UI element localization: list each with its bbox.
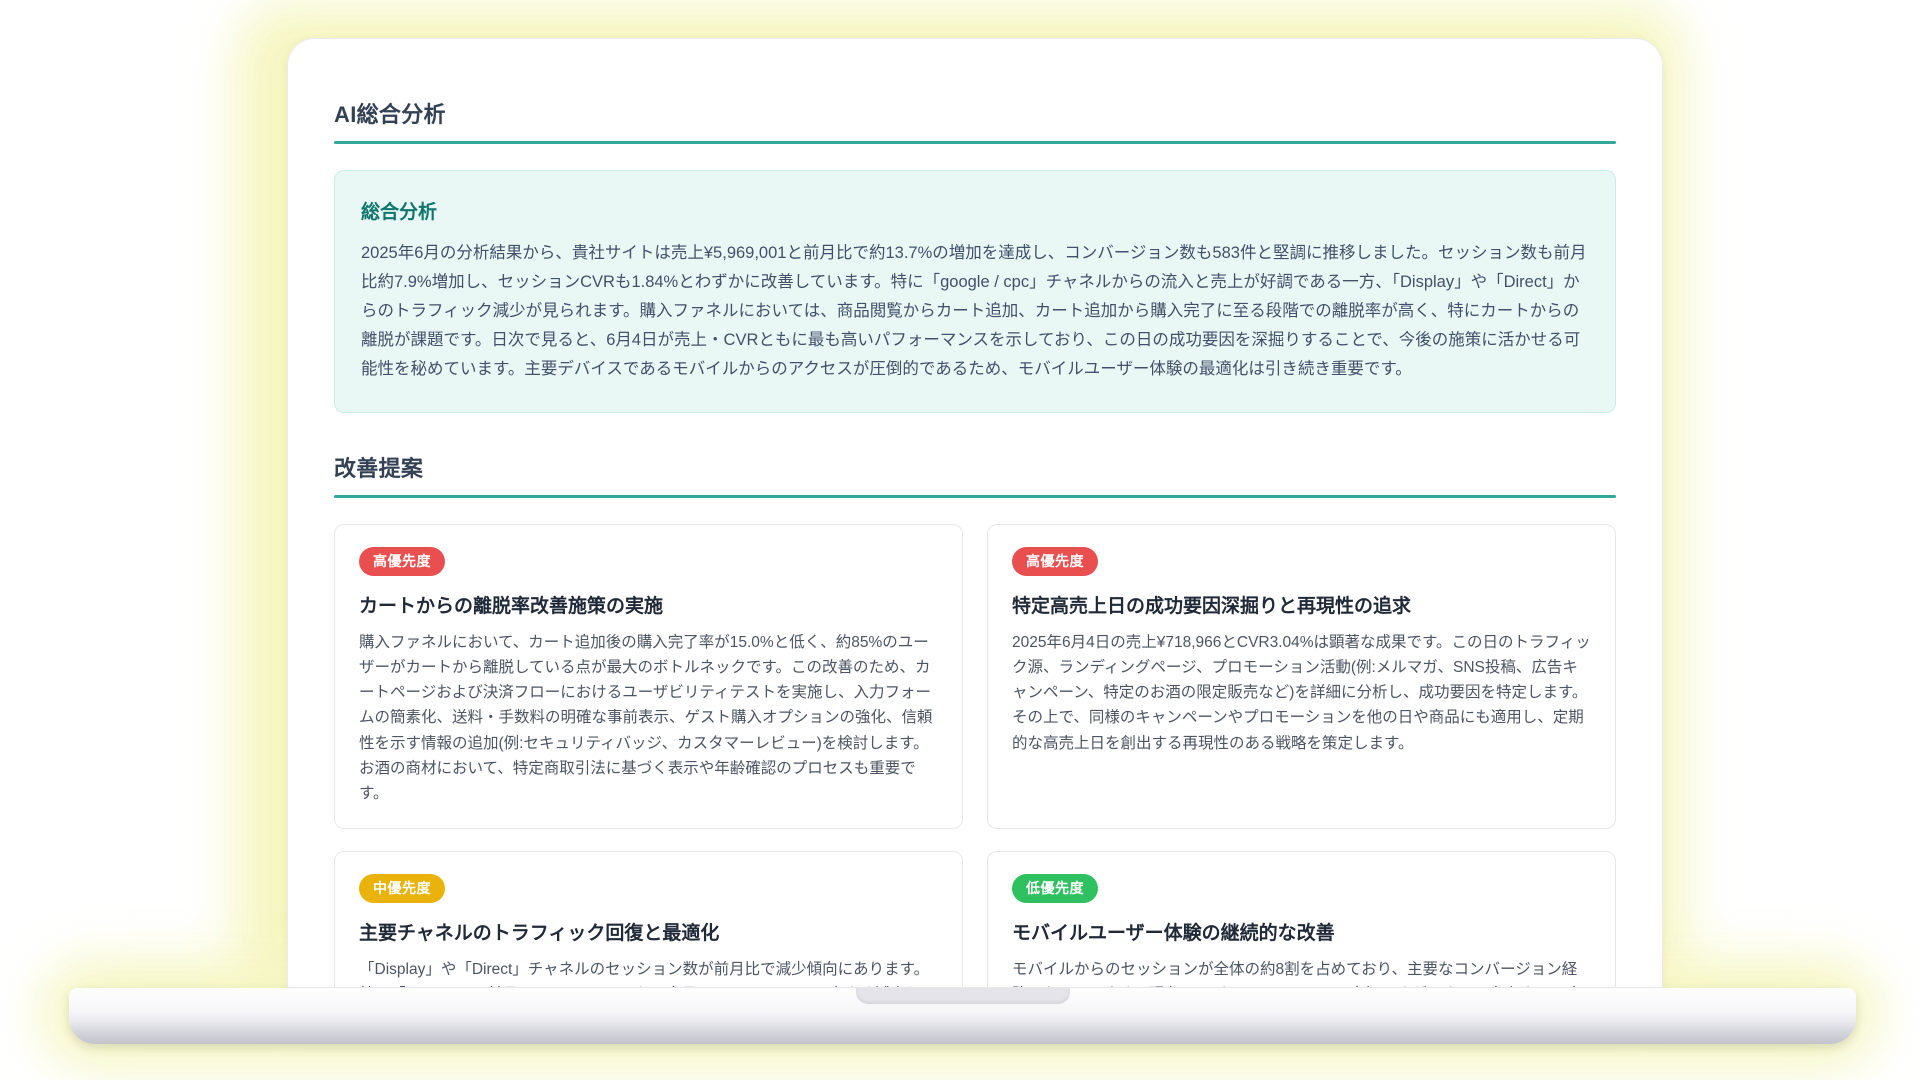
- summary-title: 総合分析: [361, 197, 1589, 224]
- section-divider: [334, 141, 1616, 144]
- suggestion-card-high-sales-day: 高優先度 特定高売上日の成功要因深掘りと再現性の追求 2025年6月4日の売上¥…: [987, 524, 1616, 829]
- suggestion-card-cart-abandonment: 高優先度 カートからの離脱率改善施策の実施 購入ファネルにおいて、カート追加後の…: [334, 524, 963, 829]
- suggestion-card-channel-traffic: 中優先度 主要チャネルのトラフィック回復と最適化 「Display」や「Dire…: [334, 851, 963, 987]
- card-body: 購入ファネルにおいて、カート追加後の購入完了率が15.0%と低く、約85%のユー…: [359, 630, 938, 806]
- card-title: モバイルユーザー体験の継続的な改善: [1012, 918, 1591, 945]
- priority-badge-low: 低優先度: [1012, 874, 1098, 903]
- card-body: 「Display」や「Direct」チャネルのセッション数が前月比で減少傾向にあ…: [359, 957, 938, 987]
- priority-badge-high: 高優先度: [359, 547, 445, 576]
- card-title: 特定高売上日の成功要因深掘りと再現性の追求: [1012, 591, 1591, 618]
- card-title: 主要チャネルのトラフィック回復と最適化: [359, 918, 938, 945]
- card-body: モバイルからのセッションが全体の約8割を占めており、主要なコンバージョン経路とな…: [1012, 957, 1591, 987]
- priority-badge-high: 高優先度: [1012, 547, 1098, 576]
- summary-text: 2025年6月の分析結果から、貴社サイトは売上¥5,969,001と前月比で約1…: [361, 239, 1589, 384]
- laptop-base-notch: [856, 988, 1070, 1004]
- section-divider: [334, 495, 1616, 498]
- summary-card: 総合分析 2025年6月の分析結果から、貴社サイトは売上¥5,969,001と前…: [334, 170, 1616, 413]
- card-title: カートからの離脱率改善施策の実施: [359, 591, 938, 618]
- section-title-ai-analysis: AI総合分析: [334, 97, 1616, 129]
- suggestion-card-mobile-ux: 低優先度 モバイルユーザー体験の継続的な改善 モバイルからのセッションが全体の約…: [987, 851, 1616, 987]
- laptop-base: [69, 988, 1856, 1044]
- priority-badge-medium: 中優先度: [359, 874, 445, 903]
- suggestion-cards-grid: 高優先度 カートからの離脱率改善施策の実施 購入ファネルにおいて、カート追加後の…: [334, 524, 1616, 987]
- section-title-suggestions: 改善提案: [334, 451, 1616, 483]
- page-content: AI総合分析 総合分析 2025年6月の分析結果から、貴社サイトは売上¥5,96…: [288, 39, 1662, 987]
- laptop-screen: AI総合分析 総合分析 2025年6月の分析結果から、貴社サイトは売上¥5,96…: [287, 38, 1663, 988]
- card-body: 2025年6月4日の売上¥718,966とCVR3.04%は顕著な成果です。この…: [1012, 630, 1591, 756]
